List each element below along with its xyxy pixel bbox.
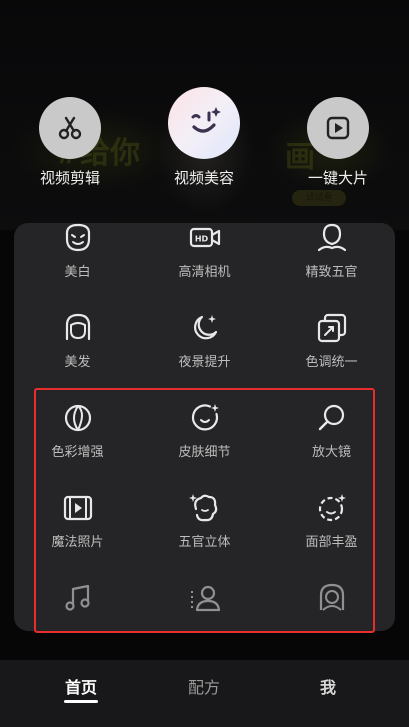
one-click-movie-label: 一键大片 <box>307 169 368 187</box>
tab-recipes[interactable]: 配方 <box>174 674 234 698</box>
person-dotted-icon <box>190 585 220 612</box>
face-contour-icon <box>317 223 346 252</box>
feature-label: 高清相机 <box>178 265 231 280</box>
feature-label: 放大镜 <box>311 445 351 460</box>
whitening-face-icon <box>65 223 90 252</box>
feature-panel: 美白 HD 高清相机 精致五官 美发 夜景提升 色调统一 色彩增强 皮肤细节 放… <box>14 223 395 631</box>
feature-music[interactable] <box>14 581 141 621</box>
one-click-movie-button[interactable]: 一键大片 <box>283 97 393 188</box>
play-icon <box>307 97 369 159</box>
feature-color-enhance[interactable]: 色彩增强 <box>14 401 141 460</box>
feature-label: 色彩增强 <box>51 445 104 460</box>
music-icon <box>64 584 90 611</box>
feature-whitening[interactable]: 美白 <box>14 223 141 280</box>
feature-portrait[interactable] <box>268 581 395 621</box>
moon-sparkle-icon <box>193 315 217 340</box>
feature-tone-unify[interactable]: 色调统一 <box>268 311 395 370</box>
feature-label: 面部丰盈 <box>305 535 358 550</box>
skin-detail-icon <box>191 404 219 431</box>
wink-face-icon <box>168 87 240 159</box>
feature-label: 夜景提升 <box>178 355 231 370</box>
hd-camera-icon: HD <box>189 227 220 248</box>
feature-label: 美发 <box>64 355 91 370</box>
tab-me[interactable]: 我 <box>298 674 358 698</box>
feature-person-dotted[interactable] <box>141 581 268 621</box>
feature-night-scene[interactable]: 夜景提升 <box>141 311 268 370</box>
scissors-icon <box>39 97 101 159</box>
feature-label: 五官立体 <box>178 535 231 550</box>
hair-icon <box>65 313 90 341</box>
face-plump-icon <box>318 494 346 522</box>
feature-face-plump[interactable]: 面部丰盈 <box>268 491 395 550</box>
active-tab-indicator <box>64 700 98 703</box>
portrait-icon <box>319 583 344 611</box>
color-leaf-icon <box>64 404 91 432</box>
video-beauty-button[interactable]: 视频美容 <box>149 87 259 188</box>
feature-face-contour[interactable]: 精致五官 <box>268 223 395 280</box>
feature-hair[interactable]: 美发 <box>14 311 141 370</box>
svg-text:HD: HD <box>194 235 208 244</box>
video-beauty-label: 视频美容 <box>173 169 234 187</box>
feature-label: 色调统一 <box>305 355 358 370</box>
feature-magic-photo[interactable]: 魔法照片 <box>14 491 141 550</box>
tone-unify-icon <box>317 313 346 343</box>
bottom-tab-bar: 首页 配方 我 <box>0 660 409 727</box>
feature-label: 美白 <box>64 265 91 280</box>
feature-skin-detail[interactable]: 皮肤细节 <box>141 401 268 460</box>
feature-label: 魔法照片 <box>51 535 104 550</box>
feature-magnifier[interactable]: 放大镜 <box>268 401 395 460</box>
tab-home[interactable]: 首页 <box>51 674 111 698</box>
feature-face-3d[interactable]: 五官立体 <box>141 491 268 550</box>
feature-label: 精致五官 <box>305 265 358 280</box>
magnifier-icon <box>318 404 344 431</box>
video-edit-button[interactable]: 视频剪辑 <box>15 97 125 188</box>
feature-hd-camera[interactable]: HD 高清相机 <box>141 223 268 280</box>
face-3d-icon <box>188 494 217 522</box>
feature-label: 皮肤细节 <box>178 445 231 460</box>
magic-photo-icon <box>63 495 92 521</box>
video-edit-label: 视频剪辑 <box>39 169 100 187</box>
